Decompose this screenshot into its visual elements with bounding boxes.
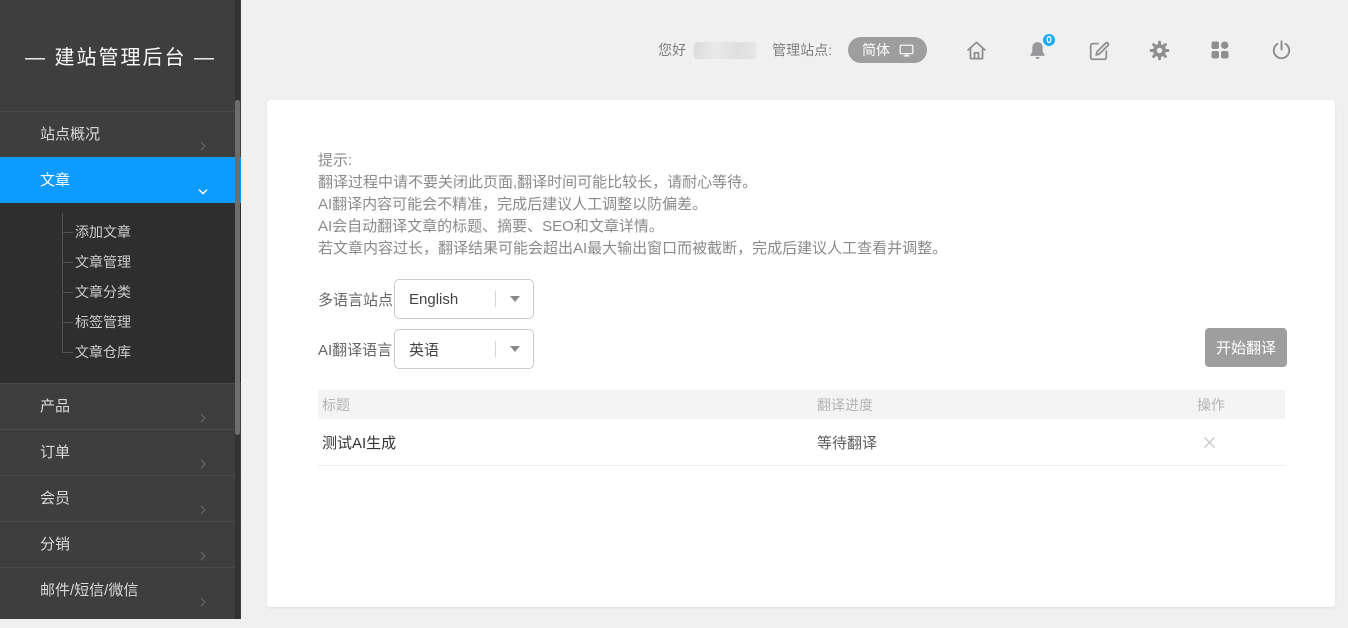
table-header-row: 标题 翻译进度 操作	[318, 390, 1285, 419]
sidebar-item-label: 文章	[40, 172, 70, 189]
sidebar-item-members[interactable]: 会员	[0, 475, 241, 521]
chevron-right-icon	[195, 583, 211, 599]
header-progress: 翻译进度	[817, 395, 1197, 415]
articles-submenu: 添加文章 文章管理 文章分类 标签管理 文章仓库	[0, 203, 241, 383]
row-title: 测试AI生成	[318, 432, 817, 453]
logout-button[interactable]	[1268, 37, 1294, 63]
header-title: 标题	[318, 395, 817, 415]
sidebar-item-products[interactable]: 产品	[0, 383, 241, 429]
ai-language-value: 英语	[395, 339, 495, 360]
tip-line: AI翻译内容可能会不精准，完成后建议人工调整以防偏差。	[318, 194, 947, 216]
submenu-item-article-management[interactable]: 文章管理	[0, 247, 241, 277]
translation-table: 标题 翻译进度 操作 测试AI生成 等待翻译	[318, 390, 1285, 466]
sidebar-item-label: 订单	[40, 444, 70, 461]
submenu-item-label: 文章仓库	[75, 344, 131, 360]
sidebar-item-articles[interactable]: 文章	[0, 157, 241, 203]
sidebar-item-label: 产品	[40, 398, 70, 415]
submenu-item-tag-management[interactable]: 标签管理	[0, 307, 241, 337]
topbar: 您好 管理站点: 简体 0	[241, 0, 1348, 100]
dropdown-caret-icon	[510, 346, 520, 352]
sidebar-item-label: 邮件/短信/微信	[40, 582, 138, 599]
start-translation-button[interactable]: 开始翻译	[1205, 328, 1287, 367]
table-row: 测试AI生成 等待翻译	[318, 419, 1285, 466]
greeting-text: 您好	[658, 40, 686, 60]
sidebar-item-label: 站点概况	[40, 126, 100, 143]
notification-badge: 0	[1041, 32, 1057, 48]
tip-line: AI会自动翻译文章的标题、摘要、SEO和文章详情。	[318, 216, 947, 238]
chevron-right-icon	[195, 537, 211, 553]
grid-icon	[1208, 38, 1232, 62]
compose-button[interactable]	[1085, 37, 1111, 63]
tip-line: 若文章内容过长，翻译结果可能会超出AI最大输出窗口而被截断，完成后建议人工查看并…	[318, 238, 947, 260]
multilang-site-row: 多语言站点 English	[318, 279, 534, 319]
site-language-label: 简体	[862, 40, 890, 60]
chevron-right-icon	[195, 127, 211, 143]
ai-language-label: AI翻译语言	[318, 339, 394, 360]
submenu-item-article-repository[interactable]: 文章仓库	[0, 337, 241, 367]
manage-site-label: 管理站点:	[772, 40, 832, 60]
chevron-right-icon	[195, 491, 211, 507]
username-redacted	[694, 42, 756, 59]
sidebar-item-label: 会员	[40, 490, 70, 507]
submenu-item-article-categories[interactable]: 文章分类	[0, 277, 241, 307]
close-icon	[1201, 434, 1218, 451]
tips-title: 提示:	[318, 150, 947, 172]
submenu-item-label: 文章分类	[75, 284, 131, 300]
sidebar: — 建站管理后台 — 站点概况 文章 添加文章 文章管理 文章分类 标签管理 文…	[0, 0, 241, 619]
header-actions: 操作	[1197, 395, 1285, 415]
dropdown-caret-icon	[510, 296, 520, 302]
multilang-site-value: English	[395, 291, 495, 308]
sidebar-scrollbar-thumb[interactable]	[235, 100, 240, 435]
edit-icon	[1086, 38, 1111, 63]
sidebar-item-orders[interactable]: 订单	[0, 429, 241, 475]
sidebar-item-email-sms-wechat[interactable]: 邮件/短信/微信	[0, 567, 241, 613]
gear-icon	[1147, 38, 1172, 63]
chevron-right-icon	[195, 445, 211, 461]
sidebar-item-label: 分销	[40, 536, 70, 553]
app-title: — 建站管理后台 —	[0, 0, 241, 111]
submenu-item-add-article[interactable]: 添加文章	[0, 217, 241, 247]
tip-line: 翻译过程中请不要关闭此页面,翻译时间可能比较长，请耐心等待。	[318, 172, 947, 194]
sidebar-item-distribution[interactable]: 分销	[0, 521, 241, 567]
submenu-item-label: 添加文章	[75, 224, 131, 240]
sidebar-item-site-overview[interactable]: 站点概况	[0, 111, 241, 157]
sidebar-nav: 站点概况 文章 添加文章 文章管理 文章分类 标签管理 文章仓库 产品 订单	[0, 111, 241, 613]
home-button[interactable]	[963, 37, 989, 63]
remove-row-button[interactable]	[1199, 432, 1219, 452]
submenu-item-label: 文章管理	[75, 254, 131, 270]
settings-button[interactable]	[1146, 37, 1172, 63]
ai-language-select[interactable]: 英语	[394, 329, 534, 369]
monitor-icon	[898, 42, 915, 59]
row-progress: 等待翻译	[817, 432, 1197, 453]
chevron-right-icon	[195, 399, 211, 415]
content-card: 提示: 翻译过程中请不要关闭此页面,翻译时间可能比较长，请耐心等待。 AI翻译内…	[267, 100, 1335, 607]
tips-block: 提示: 翻译过程中请不要关闭此页面,翻译时间可能比较长，请耐心等待。 AI翻译内…	[318, 150, 947, 260]
ai-language-row: AI翻译语言 英语	[318, 329, 534, 369]
apps-grid-button[interactable]	[1207, 37, 1233, 63]
chevron-down-icon	[195, 173, 211, 189]
notifications-button[interactable]: 0	[1024, 37, 1050, 63]
site-language-button[interactable]: 简体	[848, 37, 927, 63]
home-icon	[964, 38, 989, 63]
multilang-site-select[interactable]: English	[394, 279, 534, 319]
multilang-site-label: 多语言站点	[318, 289, 394, 310]
power-icon	[1269, 38, 1294, 63]
submenu-item-label: 标签管理	[75, 314, 131, 330]
